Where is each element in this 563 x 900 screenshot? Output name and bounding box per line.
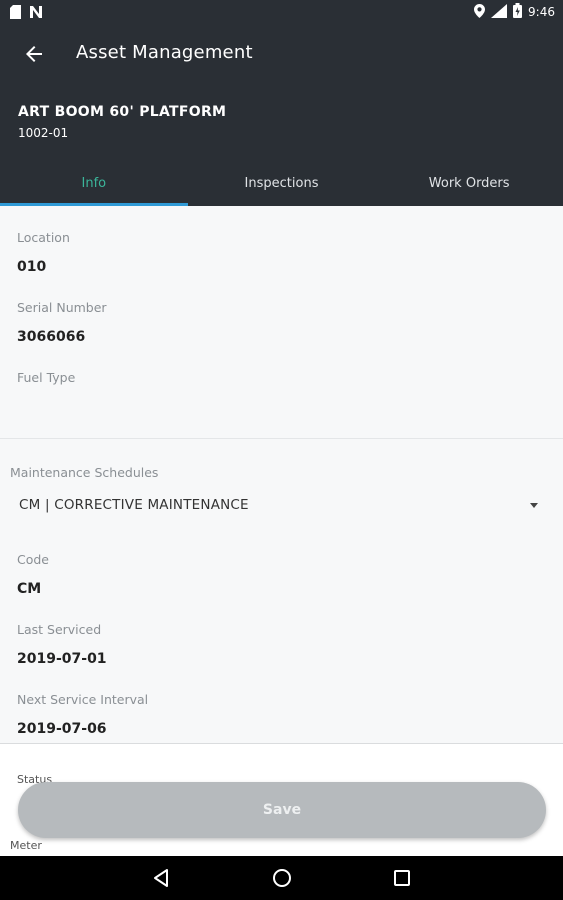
code-label: Code xyxy=(17,552,50,567)
sd-card-icon xyxy=(10,4,21,23)
app-bar: Asset Management xyxy=(0,24,563,84)
square-recents-icon xyxy=(394,870,410,886)
back-button[interactable] xyxy=(22,42,48,66)
asset-header: ART BOOM 60' PLATFORM 1002-01 xyxy=(0,84,563,162)
page-title: Asset Management xyxy=(76,42,253,63)
next-service-interval-value: 2019-07-06 xyxy=(17,721,107,737)
nav-back-button[interactable] xyxy=(150,866,174,890)
next-service-interval-field: Next Service Interval 2019-07-06 xyxy=(17,692,148,737)
tab-info[interactable]: Info xyxy=(0,162,188,206)
location-label: Location xyxy=(17,230,70,245)
maintenance-schedules-label: Maintenance Schedules xyxy=(10,465,159,480)
nav-home-button[interactable] xyxy=(270,866,294,890)
last-serviced-field: Last Serviced 2019-07-01 xyxy=(17,622,107,667)
circle-home-icon xyxy=(273,869,291,887)
arrow-left-icon xyxy=(26,46,42,62)
serial-number-value: 3066066 xyxy=(17,329,86,345)
fuel-type-label: Fuel Type xyxy=(17,370,76,385)
section-divider xyxy=(0,438,563,439)
dropdown-arrow-icon xyxy=(530,503,538,508)
maintenance-schedule-selected: CM | CORRECTIVE MAINTENANCE xyxy=(19,497,249,513)
code-value: CM xyxy=(17,581,42,597)
clock: 9:46 xyxy=(528,5,555,19)
location-value: 010 xyxy=(17,259,47,275)
code-field: Code CM xyxy=(17,552,49,597)
tab-bar: Info Inspections Work Orders xyxy=(0,162,563,206)
n-notification-icon xyxy=(29,4,43,23)
meter-label: Meter xyxy=(10,839,42,852)
signal-icon xyxy=(491,3,508,21)
status-bar: 9:46 xyxy=(0,0,563,24)
last-serviced-value: 2019-07-01 xyxy=(17,651,107,667)
last-serviced-label: Last Serviced xyxy=(17,622,102,637)
system-nav-bar xyxy=(0,856,563,900)
triangle-back-icon xyxy=(154,869,168,887)
battery-icon xyxy=(513,3,523,21)
serial-number-field: Serial Number 3066066 xyxy=(17,300,107,345)
save-button[interactable]: Save xyxy=(18,782,546,838)
location-icon xyxy=(474,3,486,21)
nav-recents-button[interactable] xyxy=(390,866,414,890)
tab-work-orders[interactable]: Work Orders xyxy=(375,162,563,206)
fuel-type-field: Fuel Type xyxy=(17,370,75,399)
asset-id: 1002-01 xyxy=(18,126,69,140)
serial-number-label: Serial Number xyxy=(17,300,107,315)
asset-name: ART BOOM 60' PLATFORM xyxy=(18,104,227,120)
info-content: Location 010 Serial Number 3066066 Fuel … xyxy=(0,206,563,856)
maintenance-schedule-dropdown[interactable]: CM | CORRECTIVE MAINTENANCE xyxy=(10,490,550,522)
location-field: Location 010 xyxy=(17,230,70,275)
tab-inspections[interactable]: Inspections xyxy=(188,162,376,206)
next-service-interval-label: Next Service Interval xyxy=(17,692,149,707)
